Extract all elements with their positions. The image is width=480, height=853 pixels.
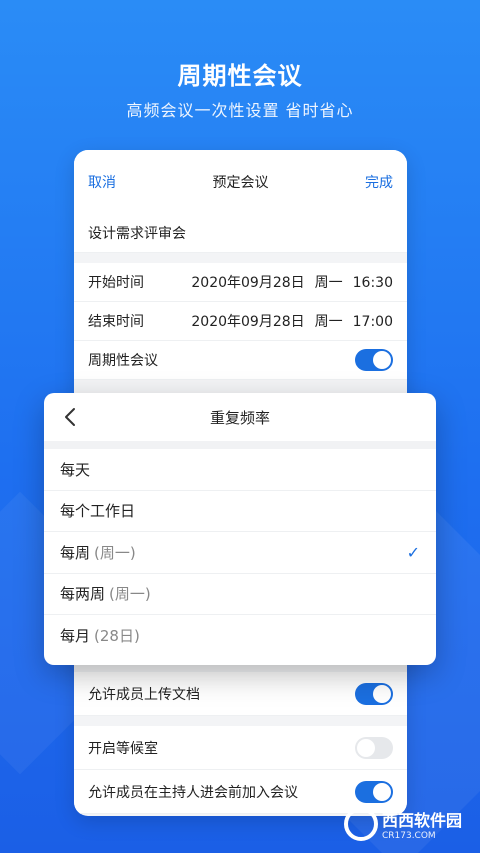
end-weekday: 周一 bbox=[314, 314, 343, 330]
join-before-host-toggle[interactable] bbox=[355, 780, 393, 803]
upload-docs-toggle[interactable] bbox=[355, 682, 393, 705]
divider bbox=[74, 716, 407, 726]
recurring-label: 周期性会议 bbox=[88, 353, 158, 369]
start-weekday: 周一 bbox=[314, 275, 343, 291]
waiting-room-label: 开启等候室 bbox=[88, 740, 158, 757]
end-time-label: 结束时间 bbox=[88, 314, 144, 330]
watermark-logo-icon bbox=[343, 807, 378, 841]
option-hint: (周一) bbox=[94, 543, 136, 562]
end-date: 2020年09月28日 bbox=[191, 314, 305, 330]
done-button[interactable]: 完成 bbox=[365, 172, 393, 192]
start-time-row[interactable]: 开始时间 2020年09月28日 周一 16:30 bbox=[74, 263, 407, 302]
page-title: 预定会议 bbox=[212, 175, 269, 191]
meeting-name-field[interactable]: 设计需求评审会 bbox=[74, 214, 407, 253]
back-button[interactable] bbox=[60, 405, 80, 429]
upload-docs-row: 允许成员上传文档 bbox=[74, 672, 407, 716]
sheet-title: 重复频率 bbox=[209, 408, 270, 427]
end-clock: 17:00 bbox=[352, 314, 393, 330]
meeting-name-value: 设计需求评审会 bbox=[88, 226, 186, 242]
divider bbox=[74, 253, 407, 263]
repeat-frequency-sheet: 重复频率 每天 每个工作日 每周 (周一) ✓ 每两周 (周一) 每月 (28日) bbox=[44, 393, 436, 665]
hero-subtitle: 高频会议一次性设置 省时省心 bbox=[126, 101, 354, 120]
recurring-row: 周期性会议 bbox=[74, 341, 407, 380]
option-weekly[interactable]: 每周 (周一) ✓ bbox=[44, 532, 436, 574]
join-before-host-label: 允许成员在主持人进会前加入会议 bbox=[88, 784, 298, 801]
option-biweekly[interactable]: 每两周 (周一) bbox=[44, 574, 436, 615]
option-workday[interactable]: 每个工作日 bbox=[44, 491, 436, 532]
sheet-header: 重复频率 bbox=[44, 393, 436, 449]
recurring-toggle[interactable] bbox=[355, 349, 393, 371]
option-label: 每天 bbox=[60, 460, 91, 479]
cancel-button[interactable]: 取消 bbox=[88, 172, 116, 192]
watermark-brand: 西西软件园 bbox=[381, 811, 462, 830]
option-label: 每个工作日 bbox=[60, 502, 136, 521]
end-time-value: 2020年09月28日 周一 17:00 bbox=[191, 311, 393, 331]
option-hint: (周一) bbox=[109, 585, 151, 604]
waiting-room-row: 开启等候室 bbox=[74, 726, 407, 770]
end-time-row[interactable]: 结束时间 2020年09月28日 周一 17:00 bbox=[74, 302, 407, 341]
option-daily[interactable]: 每天 bbox=[44, 449, 436, 491]
nav-bar: 取消 预定会议 完成 bbox=[74, 150, 407, 214]
start-time-value: 2020年09月28日 周一 16:30 bbox=[191, 272, 393, 292]
option-monthly[interactable]: 每月 (28日) bbox=[44, 615, 436, 657]
waiting-room-toggle[interactable] bbox=[355, 736, 393, 759]
start-clock: 16:30 bbox=[352, 275, 393, 291]
option-hint: (28日) bbox=[94, 627, 140, 646]
chevron-left-icon bbox=[65, 408, 75, 426]
option-label: 每两周 bbox=[60, 585, 106, 604]
option-label: 每周 bbox=[60, 543, 91, 562]
hero-title: 周期性会议 bbox=[177, 62, 303, 90]
start-date: 2020年09月28日 bbox=[191, 275, 305, 291]
watermark-site: CR173.COM bbox=[381, 831, 436, 841]
settings-section: 允许成员上传文档 开启等候室 允许成员在主持人进会前加入会议 bbox=[74, 672, 407, 814]
checkmark-icon: ✓ bbox=[406, 542, 420, 562]
start-time-label: 开始时间 bbox=[88, 275, 144, 291]
option-label: 每月 bbox=[60, 627, 91, 646]
watermark: 西西软件园 CR173.COM bbox=[343, 807, 462, 841]
upload-docs-label: 允许成员上传文档 bbox=[88, 686, 200, 703]
